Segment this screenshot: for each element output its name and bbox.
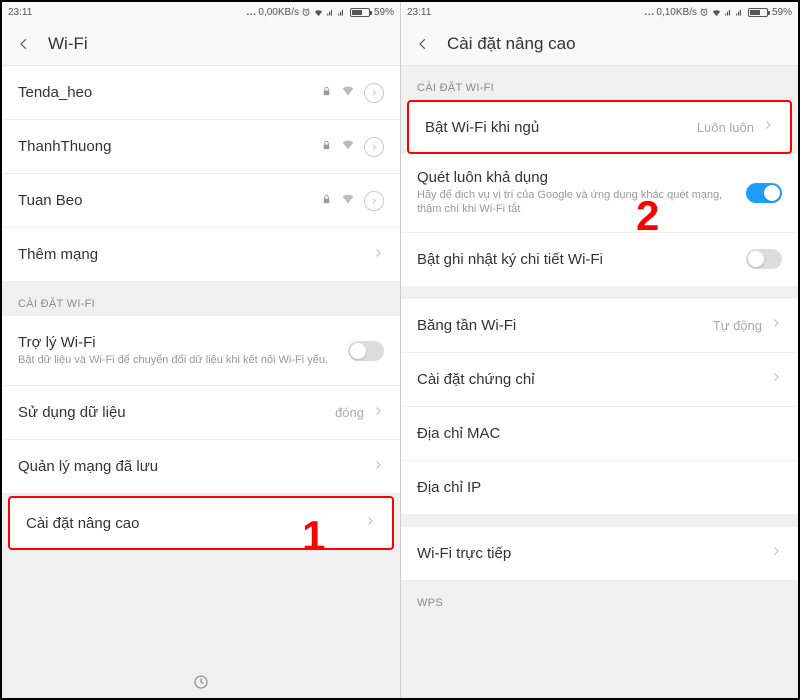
wifi-band-row[interactable]: Băng tần Wi-Fi Tự động (401, 299, 798, 353)
network-details-button[interactable] (364, 137, 384, 157)
wifi-sleep-policy-row[interactable]: Bật Wi-Fi khi ngủ Luôn luôn (407, 100, 792, 154)
alarm-icon (699, 7, 709, 17)
chevron-right-icon (372, 246, 384, 264)
lock-icon (321, 192, 332, 210)
add-network-row[interactable]: Thêm mạng (2, 228, 400, 282)
network-details-button[interactable] (364, 191, 384, 211)
wifi-status-icon (711, 7, 722, 18)
data-usage-value: đóng (335, 405, 364, 420)
left-screen: 23:11 ... 0,00KB/s 59% Wi-Fi Tenda_heo (2, 2, 400, 698)
wifi-network-row[interactable]: Tuan Beo (2, 174, 400, 228)
status-net-speed: 0,10KB/s (656, 7, 697, 18)
battery-pct: 59% (772, 7, 792, 18)
wifi-signal-icon (340, 82, 356, 103)
status-bar: 23:11 ... 0,10KB/s 59% (401, 2, 798, 22)
manage-saved-networks-row[interactable]: Quản lý mạng đã lưu (2, 440, 400, 494)
wifi-ssid: Tenda_heo (18, 84, 321, 101)
wifi-signal-icon (340, 190, 356, 211)
chevron-right-icon (372, 404, 384, 422)
section-header: WPS (401, 581, 798, 615)
chevron-right-icon (770, 316, 782, 334)
ip-address-row: Địa chỉ IP (401, 461, 798, 515)
wifi-direct-row[interactable]: Wi-Fi trực tiếp (401, 527, 798, 581)
signal-icon (724, 8, 733, 17)
chevron-right-icon (770, 544, 782, 562)
refresh-button[interactable] (189, 670, 213, 694)
wifi-network-row[interactable]: Tenda_heo (2, 66, 400, 120)
verbose-logging-row[interactable]: Bật ghi nhật ký chi tiết Wi-Fi (401, 233, 798, 287)
wifi-network-row[interactable]: ThanhThuong (2, 120, 400, 174)
lock-icon (321, 138, 332, 156)
battery-icon (748, 8, 768, 17)
wifi-assistant-toggle[interactable] (348, 341, 384, 361)
right-screen: 23:11 ... 0,10KB/s 59% Cài đặt nâng cao … (400, 2, 798, 698)
header-bar: Cài đặt nâng cao (401, 22, 798, 66)
chevron-right-icon (364, 514, 376, 532)
advanced-settings-row[interactable]: Cài đặt nâng cao (8, 496, 394, 550)
battery-pct: 59% (374, 7, 394, 18)
install-certificates-row[interactable]: Cài đặt chứng chỉ (401, 353, 798, 407)
status-net-speed: 0,00KB/s (258, 7, 299, 18)
chevron-right-icon (762, 118, 774, 136)
signal-icon (337, 8, 346, 17)
lock-icon (321, 84, 332, 102)
page-title: Cài đặt nâng cao (447, 34, 576, 54)
status-time: 23:11 (8, 7, 32, 18)
wifi-status-icon (313, 7, 324, 18)
data-usage-row[interactable]: Sử dụng dữ liệu đóng (2, 386, 400, 440)
wifi-band-value: Tự động (713, 318, 762, 333)
header-bar: Wi-Fi (2, 22, 400, 66)
scan-always-row[interactable]: Quét luôn khả dụng Hãy để dịch vụ vị trí… (401, 154, 798, 233)
signal-icon (735, 8, 744, 17)
chevron-right-icon (372, 458, 384, 476)
signal-icon (326, 8, 335, 17)
status-bar: 23:11 ... 0,00KB/s 59% (2, 2, 400, 22)
alarm-icon (301, 7, 311, 17)
wifi-assistant-row[interactable]: Trợ lý Wi-Fi Bật dữ liệu và Wi-Fi để chu… (2, 316, 400, 386)
verbose-logging-toggle[interactable] (746, 249, 782, 269)
section-header: CÀI ĐẶT WI-FI (2, 282, 400, 316)
page-title: Wi-Fi (48, 34, 88, 54)
network-details-button[interactable] (364, 83, 384, 103)
back-button[interactable] (413, 34, 433, 54)
chevron-right-icon (770, 370, 782, 388)
back-button[interactable] (14, 34, 34, 54)
mac-address-row: Địa chỉ MAC (401, 407, 798, 461)
status-time: 23:11 (407, 7, 431, 18)
battery-icon (350, 8, 370, 17)
wifi-ssid: Tuan Beo (18, 192, 321, 209)
section-header: CÀI ĐẶT WI-FI (401, 66, 798, 100)
wifi-signal-icon (340, 136, 356, 157)
wifi-ssid: ThanhThuong (18, 138, 321, 155)
wifi-sleep-value: Luôn luôn (697, 120, 754, 135)
scan-always-toggle[interactable] (746, 183, 782, 203)
